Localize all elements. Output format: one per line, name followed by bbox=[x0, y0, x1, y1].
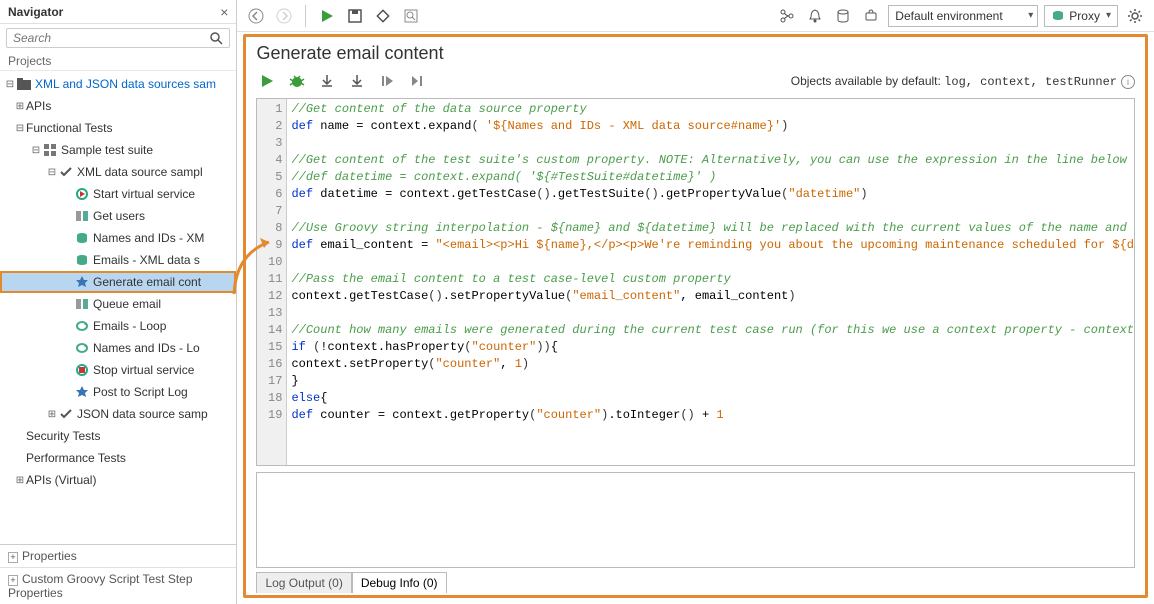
suite-icon bbox=[42, 142, 58, 158]
loop-icon bbox=[74, 340, 90, 356]
tree-item-selected[interactable]: Generate email cont bbox=[0, 271, 236, 293]
request-icon bbox=[74, 296, 90, 312]
proxy-button[interactable]: Proxy bbox=[1044, 5, 1118, 27]
request-icon bbox=[74, 208, 90, 224]
tree-item[interactable]: Get users bbox=[0, 205, 236, 227]
search-button[interactable] bbox=[400, 5, 422, 27]
tree-item[interactable]: ⊞JSON data source samp bbox=[0, 403, 236, 425]
step-over-button[interactable] bbox=[316, 70, 338, 92]
diamond-button[interactable] bbox=[372, 5, 394, 27]
search-box[interactable] bbox=[6, 28, 230, 48]
code-lines[interactable]: //Get content of the data source propert… bbox=[287, 99, 1134, 465]
forward-button[interactable] bbox=[273, 5, 295, 27]
tree-item[interactable]: Security Tests bbox=[0, 425, 236, 447]
search-input[interactable] bbox=[13, 31, 209, 45]
skip-button[interactable] bbox=[406, 70, 428, 92]
folder-icon bbox=[16, 76, 32, 92]
tree-item[interactable]: Emails - Loop bbox=[0, 315, 236, 337]
output-area[interactable] bbox=[256, 472, 1135, 568]
tree-item[interactable]: ⊟Sample test suite bbox=[0, 139, 236, 161]
stop-icon bbox=[74, 362, 90, 378]
tree-item[interactable]: Stop virtual service bbox=[0, 359, 236, 381]
datasource-icon bbox=[74, 230, 90, 246]
bottom-panels: +Properties +Custom Groovy Script Test S… bbox=[0, 544, 236, 604]
star-icon bbox=[74, 274, 90, 290]
editor-title: Generate email content bbox=[246, 37, 1145, 66]
proxy-icon bbox=[1051, 10, 1065, 22]
tree-item[interactable]: ⊟Functional Tests bbox=[0, 117, 236, 139]
tree-item[interactable]: Names and IDs - XM bbox=[0, 227, 236, 249]
tab-debug-info[interactable]: Debug Info (0) bbox=[352, 572, 447, 593]
run-button[interactable] bbox=[316, 5, 338, 27]
tree-root[interactable]: ⊟XML and JSON data sources sam bbox=[0, 73, 236, 95]
objects-hint: Objects available by default: log, conte… bbox=[436, 74, 1135, 89]
editor-toolbar: Objects available by default: log, conte… bbox=[246, 66, 1145, 98]
check-icon bbox=[58, 164, 74, 180]
tree-item[interactable]: Performance Tests bbox=[0, 447, 236, 469]
virt-icon[interactable] bbox=[860, 5, 882, 27]
tree-item[interactable]: Start virtual service bbox=[0, 183, 236, 205]
tree-item[interactable]: ⊞APIs (Virtual) bbox=[0, 469, 236, 491]
close-icon[interactable]: × bbox=[220, 4, 228, 20]
step-into-button[interactable] bbox=[346, 70, 368, 92]
save-button[interactable] bbox=[344, 5, 366, 27]
tree-item[interactable]: Names and IDs - Lo bbox=[0, 337, 236, 359]
star-icon bbox=[74, 384, 90, 400]
database-icon[interactable] bbox=[832, 5, 854, 27]
code-editor[interactable]: 12345678910111213141516171819 //Get cont… bbox=[256, 98, 1135, 466]
gear-icon[interactable] bbox=[1124, 5, 1146, 27]
tree-item[interactable]: ⊞APIs bbox=[0, 95, 236, 117]
back-button[interactable] bbox=[245, 5, 267, 27]
navigator-title: Navigator bbox=[8, 5, 63, 19]
projects-label: Projects bbox=[0, 52, 236, 71]
search-icon[interactable] bbox=[209, 31, 223, 45]
properties-panel[interactable]: +Properties bbox=[0, 545, 236, 567]
resume-button[interactable] bbox=[376, 70, 398, 92]
output-tabs: Log Output (0) Debug Info (0) bbox=[256, 572, 1135, 593]
editor-panel: Default environment Proxy Generate email… bbox=[237, 0, 1154, 604]
h-scrollbar[interactable]: ◢ bbox=[257, 465, 1134, 466]
line-gutter: 12345678910111213141516171819 bbox=[257, 99, 287, 465]
main-toolbar: Default environment Proxy bbox=[237, 0, 1154, 32]
info-icon[interactable]: i bbox=[1121, 75, 1135, 89]
tree-item[interactable]: Queue email bbox=[0, 293, 236, 315]
debug-button[interactable] bbox=[286, 70, 308, 92]
run-script-button[interactable] bbox=[256, 70, 278, 92]
tree-item[interactable]: ⊟XML data source sampl bbox=[0, 161, 236, 183]
project-tree: ⊟XML and JSON data sources sam ⊞APIs ⊟Fu… bbox=[0, 71, 236, 544]
bell-icon[interactable] bbox=[804, 5, 826, 27]
environment-select[interactable]: Default environment bbox=[888, 5, 1038, 27]
tree-item[interactable]: Emails - XML data s bbox=[0, 249, 236, 271]
branch-icon[interactable] bbox=[776, 5, 798, 27]
custom-props-panel[interactable]: +Custom Groovy Script Test Step Properti… bbox=[0, 567, 236, 604]
tree-item[interactable]: Post to Script Log bbox=[0, 381, 236, 403]
tab-log-output[interactable]: Log Output (0) bbox=[256, 572, 351, 593]
datasource-icon bbox=[74, 252, 90, 268]
check-icon bbox=[58, 406, 74, 422]
navigator-panel: Navigator × Projects ⊟XML and JSON data … bbox=[0, 0, 237, 604]
service-icon bbox=[74, 186, 90, 202]
loop-icon bbox=[74, 318, 90, 334]
